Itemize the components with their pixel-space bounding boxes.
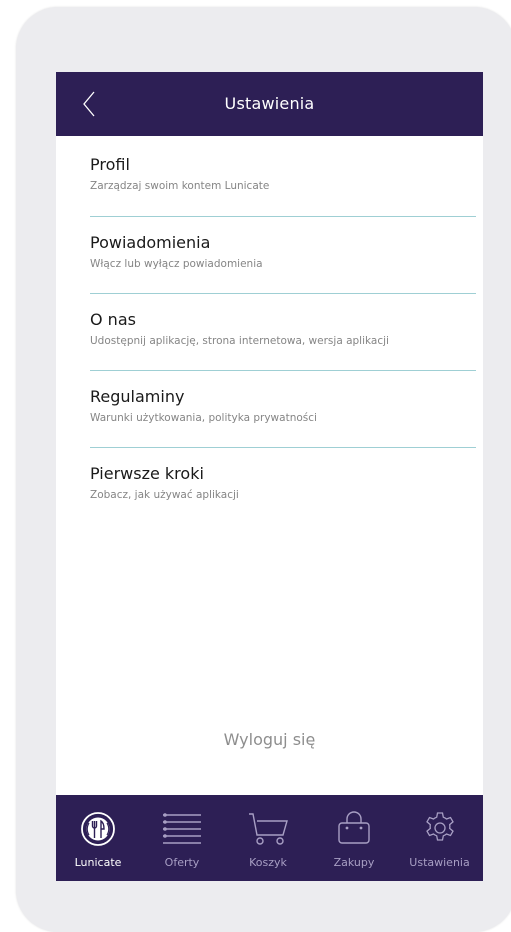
menu-item-title: Pierwsze kroki <box>90 464 204 483</box>
menu-item-subtitle: Zarządzaj swoim kontem Lunicate <box>90 180 270 192</box>
menu-item-subtitle: Włącz lub wyłącz powiadomienia <box>90 258 263 270</box>
bottom-tab-bar: Lunicate Oferty Koszyk Zakupy Ustawienia <box>56 795 483 881</box>
tab-zakupy[interactable]: Zakupy <box>312 795 396 881</box>
menu-item-title: Powiadomienia <box>90 233 211 252</box>
tab-label: Koszyk <box>249 856 287 869</box>
menu-item-subtitle: Zobacz, jak używać aplikacji <box>90 489 239 501</box>
menu-item-pierwsze-kroki[interactable]: Pierwsze kroki Zobacz, jak używać aplika… <box>90 464 476 501</box>
tab-label: Ustawienia <box>409 856 470 869</box>
tab-oferty[interactable]: Oferty <box>140 795 224 881</box>
menu-item-powiadomienia[interactable]: Powiadomienia Włącz lub wyłącz powiadomi… <box>90 233 476 270</box>
divider <box>90 216 476 217</box>
menu-item-title: Profil <box>90 155 130 174</box>
tab-ustawienia[interactable]: Ustawienia <box>396 795 483 881</box>
page-title: Ustawienia <box>224 94 315 113</box>
menu-item-o-nas[interactable]: O nas Udostępnij aplikację, strona inter… <box>90 310 476 347</box>
gear-icon <box>425 812 454 841</box>
menu-item-subtitle: Warunki użytkowania, polityka prywatnośc… <box>90 412 317 424</box>
tab-label: Lunicate <box>74 856 122 869</box>
menu-item-title: O nas <box>90 310 136 329</box>
app-screen: Ustawienia Profil Zarządzaj swoim kontem… <box>56 72 483 881</box>
menu-item-profil[interactable]: Profil Zarządzaj swoim kontem Lunicate <box>90 155 476 192</box>
menu-item-subtitle: Udostępnij aplikację, strona internetowa… <box>90 335 389 347</box>
divider <box>90 370 476 371</box>
tab-koszyk[interactable]: Koszyk <box>226 795 310 881</box>
tab-label: Zakupy <box>333 856 375 869</box>
tab-lunicate[interactable]: Lunicate <box>56 795 140 881</box>
list-icon <box>163 813 201 844</box>
menu-item-title: Regulaminy <box>90 387 185 406</box>
phone-frame: Ustawienia Profil Zarządzaj swoim kontem… <box>16 7 511 932</box>
shopping-bag-icon <box>338 811 370 844</box>
divider <box>90 293 476 294</box>
tab-label: Oferty <box>164 856 200 869</box>
divider <box>90 447 476 448</box>
menu-item-regulaminy[interactable]: Regulaminy Warunki użytkowania, polityka… <box>90 387 476 424</box>
cart-icon <box>249 813 288 845</box>
logout-button[interactable]: Wyloguj się <box>56 730 483 749</box>
lunicate-logo-icon <box>81 812 115 846</box>
header-bar: Ustawienia <box>56 72 483 136</box>
